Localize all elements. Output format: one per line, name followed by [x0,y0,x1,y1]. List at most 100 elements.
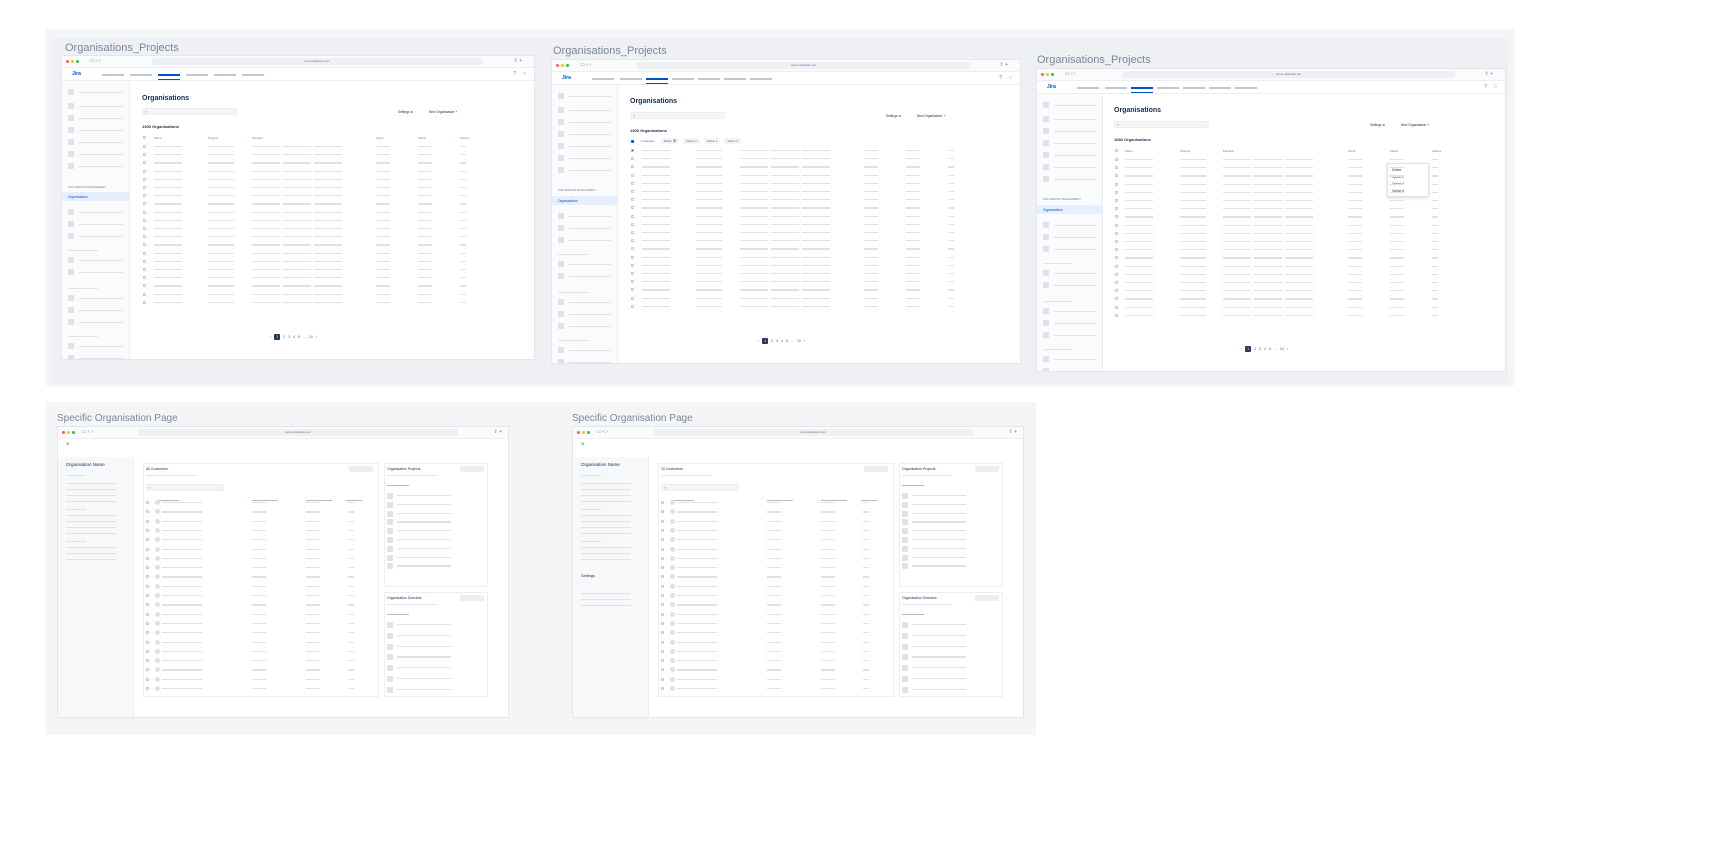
sidebar-item[interactable] [68,163,123,169]
row-checkbox[interactable] [661,510,664,514]
row-checkbox[interactable] [143,169,146,173]
nav-item[interactable] [1105,87,1127,89]
page-3[interactable]: 3 [1259,347,1261,351]
option-2-button[interactable]: Option 2 [683,138,700,144]
row-checkbox[interactable] [631,231,634,234]
help-icon[interactable]: ? [1484,85,1487,90]
col-status[interactable]: Status [1390,149,1398,153]
row-checkbox[interactable] [143,300,146,304]
row-checkbox[interactable] [661,631,664,635]
row-checkbox[interactable] [661,659,664,663]
col-domains[interactable]: Domains [252,136,263,140]
customers-search[interactable]: ⌕ [146,484,224,491]
sidebar-item[interactable] [68,115,123,121]
row-checkbox[interactable] [631,222,634,226]
row-checkbox[interactable] [661,649,664,653]
row-checkbox[interactable] [143,177,146,181]
nav-item[interactable] [620,78,642,80]
sidebar-item[interactable] [1043,260,1096,266]
row-checkbox[interactable] [143,235,146,239]
row-checkbox[interactable] [1115,305,1118,309]
row-checkbox[interactable] [631,149,634,152]
row-checkbox[interactable] [631,304,634,308]
row-checkbox[interactable] [143,292,146,296]
row-checkbox[interactable] [1115,158,1118,161]
sidebar-item[interactable] [68,139,123,145]
sidebar-item[interactable] [68,103,123,109]
sidebar-item[interactable] [1043,298,1096,304]
nav-item[interactable] [1209,87,1231,89]
row-checkbox[interactable] [146,575,149,579]
sidebar-item[interactable] [68,355,123,359]
url-bar[interactable]: acme.atlassian.net [637,62,970,69]
sidebar-toggle-icon[interactable]: ▭ ‹ › [597,430,608,435]
search-input[interactable]: ⌕ [630,112,725,119]
sidebar-item[interactable] [558,273,611,279]
row-checkbox[interactable] [146,538,149,542]
sidebar-item[interactable] [1043,152,1096,158]
page-10[interactable]: 10 [1280,347,1284,351]
help-icon[interactable]: ? [999,76,1002,81]
sidebar-item[interactable] [558,251,611,257]
row-checkbox[interactable] [1115,215,1118,219]
page-1[interactable]: 1 [762,338,769,344]
col-actions[interactable]: Actions [1432,149,1441,153]
sidebar-item[interactable] [1043,332,1096,338]
prev-page[interactable]: ‹ [270,335,271,339]
row-checkbox[interactable] [661,603,664,607]
sidebar-item[interactable] [558,359,611,363]
row-checkbox[interactable] [631,190,634,193]
page-4[interactable]: 4 [293,335,295,339]
row-checkbox[interactable] [146,668,149,672]
row-checkbox[interactable] [661,519,664,523]
url-bar[interactable]: acme.atlassian.net [653,429,973,436]
row-checkbox[interactable] [631,206,634,210]
row-checkbox[interactable] [631,239,634,243]
domains-action-button[interactable] [460,595,484,601]
row-checkbox[interactable] [631,198,634,202]
row-checkbox[interactable] [146,501,149,504]
row-checkbox[interactable] [1115,264,1118,268]
jira-logo[interactable]: Jira [72,71,81,77]
sidebar-item[interactable] [558,143,611,149]
row-checkbox[interactable] [143,210,146,214]
row-checkbox[interactable] [146,621,149,625]
sidebar-item[interactable] [1043,128,1096,134]
row-checkbox[interactable] [631,247,634,251]
sidebar-item[interactable] [68,319,123,325]
sidebar-item[interactable] [68,209,123,215]
sidebar-item[interactable] [558,311,611,317]
sidebar-toggle-icon[interactable]: ▭ ‹ › [580,63,591,68]
share-icon[interactable]: ⇪ + [514,59,523,64]
row-checkbox[interactable] [146,556,149,560]
search-input[interactable]: ⌕ [1114,121,1209,128]
row-checkbox[interactable] [661,640,664,644]
share-icon[interactable]: ⇪ + [1485,72,1494,77]
sidebar-item[interactable] [68,221,123,227]
page-10[interactable]: 10 [797,339,801,343]
nav-item[interactable] [698,78,720,80]
nav-item[interactable] [214,74,236,76]
row-checkbox[interactable] [631,280,634,284]
sidebar-item[interactable] [558,289,611,295]
row-checkbox[interactable] [146,649,149,653]
row-checkbox[interactable] [143,243,146,247]
row-checkbox[interactable] [1115,272,1118,276]
row-checkbox[interactable] [143,227,146,230]
row-checkbox[interactable] [1115,174,1118,178]
sidebar-item[interactable] [1043,102,1096,108]
row-checkbox[interactable] [146,519,149,523]
row-checkbox[interactable] [661,501,664,504]
row-checkbox[interactable] [1115,182,1118,186]
avatar-icon[interactable]: ○ [523,72,526,77]
row-checkbox[interactable] [661,687,664,690]
sidebar-item[interactable] [1043,176,1096,182]
col-actions[interactable]: Actions [460,136,469,140]
row-checkbox[interactable] [143,145,146,148]
sidebar-item[interactable] [68,127,123,133]
nav-item[interactable] [724,78,746,80]
sidebar-item[interactable] [68,285,123,291]
page-3[interactable]: 3 [776,339,778,343]
option-3-button[interactable]: Option 3 [703,138,721,144]
row-checkbox[interactable] [631,272,634,275]
